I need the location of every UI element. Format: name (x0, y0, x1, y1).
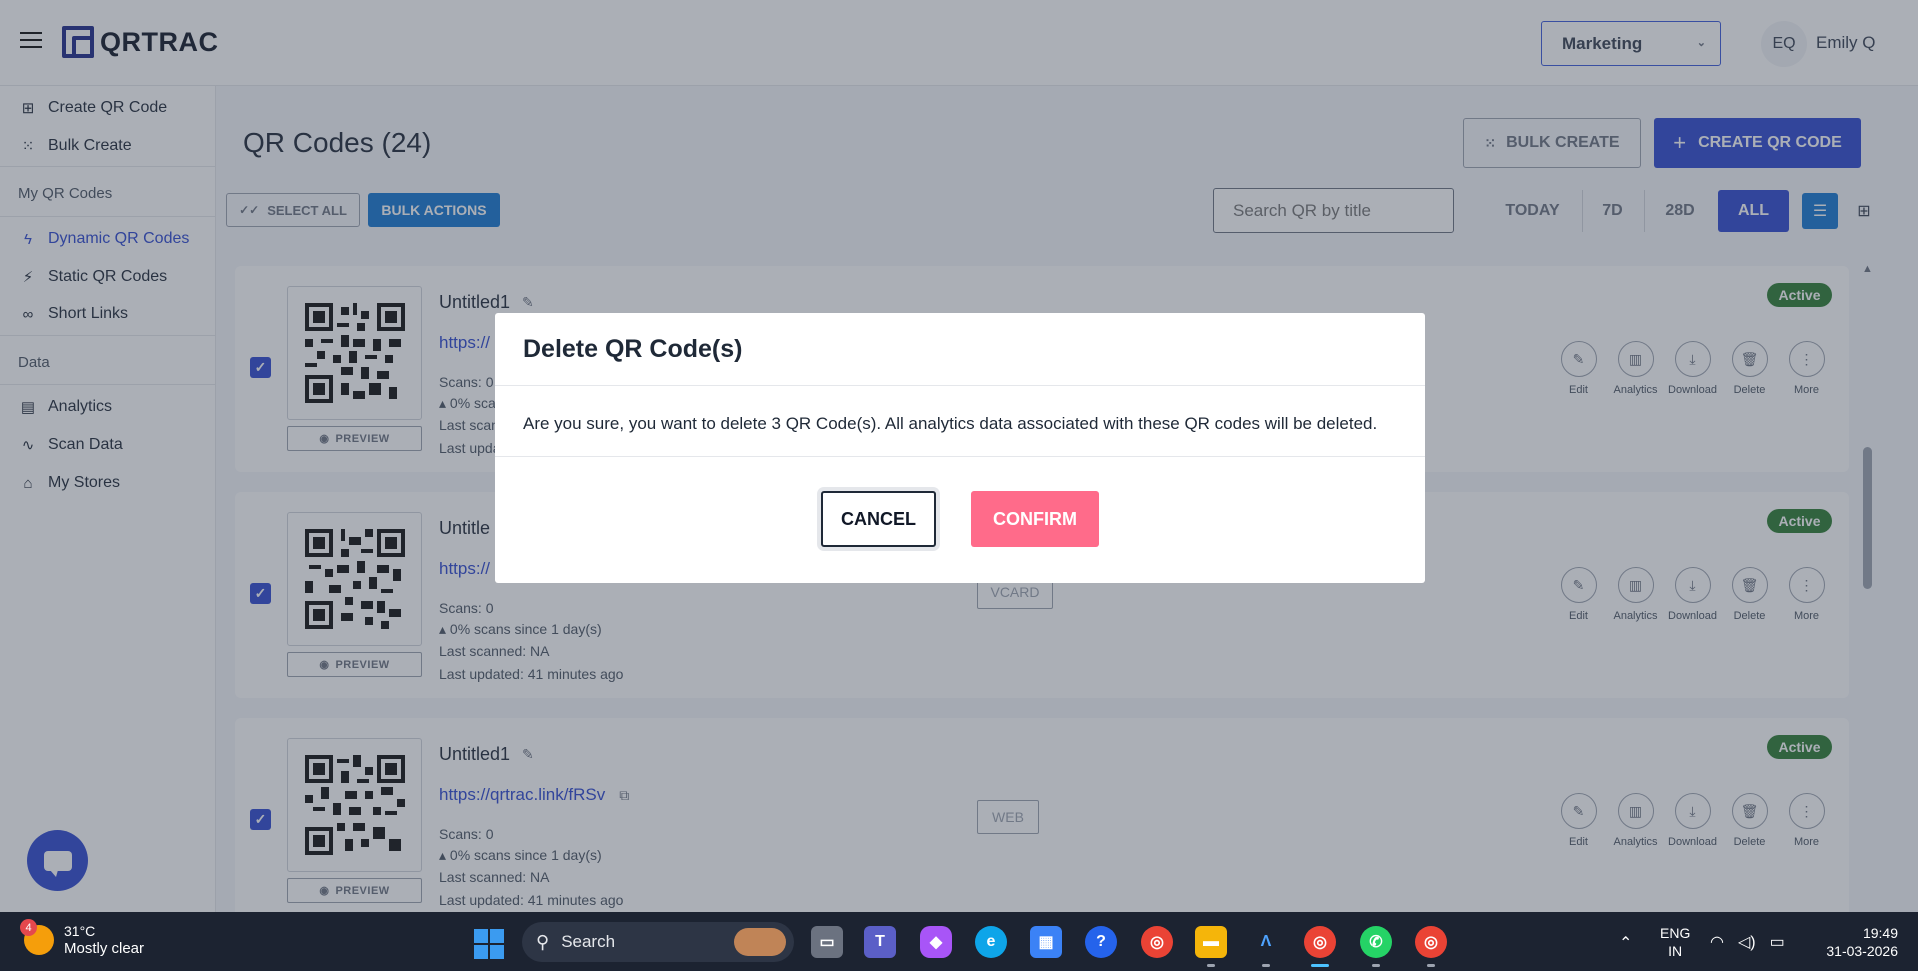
help-icon[interactable]: ? (1085, 926, 1117, 958)
notification-badge: 4 (20, 919, 37, 936)
running-indicator (1262, 964, 1270, 967)
dialog-title: Delete QR Code(s) (523, 335, 743, 363)
whatsapp-icon[interactable]: ✆ (1360, 926, 1392, 958)
file-explorer-icon[interactable]: ▬ (1195, 926, 1227, 958)
chrome-icon[interactable]: ◎ (1415, 926, 1447, 958)
delete-dialog: Delete QR Code(s) Are you sure, you want… (495, 313, 1425, 583)
chrome-profile-icon[interactable]: ◎ (1304, 926, 1336, 958)
os-taskbar: 4 31°C Mostly clear ⚲ Search ▭ T ◆ e ▦ ?… (0, 912, 1918, 971)
active-indicator (1311, 964, 1329, 967)
language-indicator[interactable]: ENG IN (1660, 924, 1690, 960)
region-code: IN (1668, 943, 1683, 959)
arc-app-icon[interactable]: Λ (1250, 926, 1282, 958)
taskbar-search[interactable]: ⚲ Search (522, 922, 794, 962)
weather-temperature: 31°C (64, 923, 96, 939)
system-tray[interactable]: ◠ ◁) ▭ (1710, 932, 1785, 952)
clock[interactable]: 19:49 31-03-2026 (1818, 924, 1898, 960)
dialog-divider (495, 385, 1425, 386)
taskbar-search-label: Search (561, 932, 616, 951)
dialog-divider (495, 456, 1425, 457)
chevron-up-icon[interactable]: ⌃ (1619, 933, 1632, 953)
volume-icon: ◁) (1737, 934, 1756, 951)
task-view-icon[interactable]: ▭ (811, 926, 843, 958)
weather-widget[interactable]: 4 31°C Mostly clear (20, 919, 145, 958)
clock-date: 31-03-2026 (1826, 943, 1898, 959)
battery-icon: ▭ (1769, 934, 1785, 951)
confirm-button[interactable]: CONFIRM (971, 491, 1099, 547)
weather-icon: 4 (20, 919, 54, 955)
clock-time: 19:49 (1862, 925, 1898, 941)
dialog-message: Are you sure, you want to delete 3 QR Co… (523, 414, 1378, 433)
windows-start-icon[interactable] (474, 929, 504, 959)
teams-icon[interactable]: T (864, 926, 896, 958)
search-highlight-image (734, 928, 786, 956)
wifi-icon: ◠ (1710, 934, 1724, 951)
cancel-button[interactable]: CANCEL (821, 491, 936, 547)
running-indicator (1372, 964, 1380, 967)
language-code: ENG (1660, 925, 1691, 941)
search-icon: ⚲ (536, 931, 550, 952)
chrome-icon[interactable]: ◎ (1141, 926, 1173, 958)
edge-icon[interactable]: e (975, 926, 1007, 958)
running-indicator (1427, 964, 1435, 967)
weather-condition: Mostly clear (64, 940, 145, 957)
copilot-icon[interactable]: ◆ (920, 926, 952, 958)
store-icon[interactable]: ▦ (1030, 926, 1062, 958)
running-indicator (1207, 964, 1215, 967)
